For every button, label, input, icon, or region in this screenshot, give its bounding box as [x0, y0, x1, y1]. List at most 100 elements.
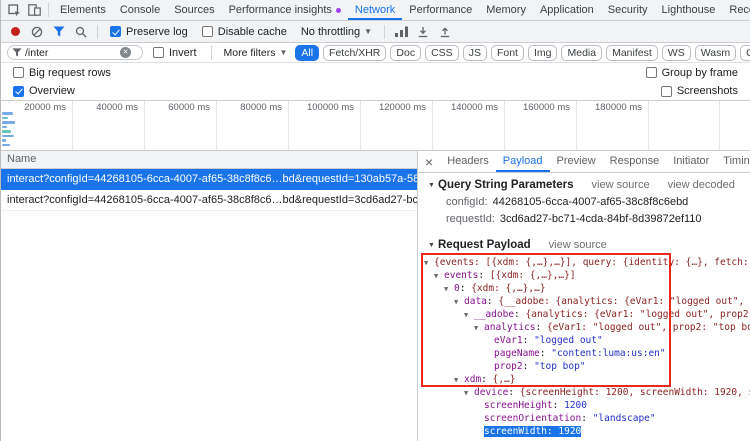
request-row[interactable]: interact?configId=44268105-6cca-4007-af6… — [1, 169, 417, 190]
disclosure-triangle-icon[interactable]: ▼ — [454, 296, 464, 308]
main-panel-tab[interactable]: Application — [533, 0, 601, 20]
payload-tree-row[interactable]: ▼device: {screenHeight: 1200, screenWidt… — [418, 386, 750, 399]
more-filters-dropdown[interactable]: More filters ▼ — [224, 47, 288, 59]
request-type-filter-chip[interactable]: Font — [491, 45, 524, 61]
main-panel-tab[interactable]: Memory — [479, 0, 533, 20]
main-panel-tab-label: Console — [120, 4, 160, 16]
network-conditions-icon[interactable] — [391, 21, 411, 42]
payload-tree-row[interactable]: ▼xdm: {,…} — [418, 373, 750, 386]
payload-tree-row[interactable]: ▼eVar1: "logged out" — [418, 334, 750, 347]
query-string-section-header[interactable]: ▼ Query String Parameters view source vi… — [418, 176, 750, 194]
import-har-icon[interactable] — [413, 21, 433, 42]
details-tab[interactable]: Preview — [550, 151, 603, 172]
payload-tree-row[interactable]: ▼analytics: {eVar1: "logged out", prop2:… — [418, 321, 750, 334]
request-type-filter-chip[interactable]: WS — [662, 45, 691, 61]
main-panel-tab[interactable]: Performance — [402, 0, 479, 20]
payload-key: __adobe — [474, 309, 514, 320]
timeline-gridline-cell: 60000 ms — [145, 101, 217, 150]
request-type-filter-chip[interactable]: Other — [740, 45, 750, 61]
view-source-link[interactable]: view source — [592, 179, 650, 191]
screenshots-checkbox[interactable]: Screenshots — [661, 85, 738, 97]
payload-tree-row[interactable]: ▼: {events: [{xdm: {,…},…}], query: {ide… — [418, 256, 750, 269]
disclosure-triangle-icon[interactable]: ▼ — [424, 257, 434, 269]
payload-value: "top bop" — [534, 361, 585, 372]
view-decoded-link[interactable]: view decoded — [668, 179, 735, 191]
main-panel-tab[interactable]: Console — [113, 0, 167, 20]
view-source-link[interactable]: view source — [549, 239, 607, 251]
disclosure-triangle-icon[interactable]: ▼ — [464, 387, 474, 399]
payload-key: data — [464, 296, 487, 307]
payload-tree-row[interactable]: ▼screenOrientation: "landscape" — [418, 412, 750, 425]
details-tab[interactable]: Initiator — [666, 151, 716, 172]
request-row[interactable]: interact?configId=44268105-6cca-4007-af6… — [1, 190, 417, 211]
preserve-log-checkbox[interactable]: Preserve log — [110, 26, 188, 38]
request-type-filter-chip[interactable]: Doc — [390, 45, 421, 61]
screenshots-label: Screenshots — [677, 85, 738, 97]
payload-tree-row[interactable]: ▼pageName: "content:luma:us:en" — [418, 347, 750, 360]
disclosure-triangle-icon[interactable]: ▼ — [444, 283, 454, 295]
request-type-filter-chip[interactable]: Fetch/XHR — [323, 45, 386, 61]
clear-network-log-icon[interactable] — [27, 21, 47, 42]
close-icon[interactable]: × — [418, 154, 440, 170]
main-panel-tab[interactable]: Elements — [53, 0, 113, 20]
more-filters-label: More filters — [224, 47, 276, 59]
disclosure-triangle-icon[interactable]: ▼ — [428, 242, 438, 249]
timeline-gridline-cell: 140000 ms — [433, 101, 505, 150]
filter-input-box[interactable]: ✕ — [7, 45, 143, 60]
payload-tree-rows: ▼: {events: [{xdm: {,…},…}], query: {ide… — [418, 256, 750, 438]
clear-filter-icon[interactable]: ✕ — [120, 47, 131, 58]
request-type-filter-chip[interactable]: JS — [463, 45, 487, 61]
big-request-rows-checkbox[interactable]: Big request rows — [13, 67, 111, 79]
request-payload-section-header[interactable]: ▼ Request Payload view source — [418, 236, 750, 254]
network-overview-timeline[interactable]: 20000 ms 40000 ms 60000 ms 80000 ms 1000… — [1, 100, 750, 151]
request-type-filter-chip[interactable]: Manifest — [606, 45, 658, 61]
main-panel-tab[interactable]: Security — [601, 0, 655, 20]
search-icon[interactable] — [71, 21, 91, 42]
disclosure-triangle-icon[interactable]: ▼ — [454, 374, 464, 386]
payload-value: "content:luma:us:en" — [551, 348, 665, 359]
request-type-filter-chip[interactable]: CSS — [425, 45, 459, 61]
request-type-filter-chip[interactable]: Media — [561, 45, 602, 61]
invert-checkbox[interactable]: Invert — [153, 47, 197, 59]
main-panel-tab[interactable]: Performance insights — [222, 0, 348, 20]
name-column-header[interactable]: Name — [1, 151, 417, 169]
disclosure-triangle-icon[interactable]: ▼ — [434, 270, 444, 282]
disclosure-triangle-icon[interactable]: ▼ — [464, 309, 474, 321]
request-type-filter-chip[interactable]: All — [295, 45, 319, 61]
main-panel-tab[interactable]: Lighthouse — [655, 0, 723, 20]
payload-key: eVar1 — [494, 335, 523, 346]
request-type-filter-chip[interactable]: Wasm — [695, 45, 736, 61]
group-by-frame-checkbox[interactable]: Group by frame — [646, 67, 738, 79]
disclosure-triangle-icon[interactable]: ▼ — [474, 322, 484, 334]
details-tab[interactable]: Response — [603, 151, 667, 172]
details-tab[interactable]: Payload — [496, 151, 550, 172]
record-network-log-icon[interactable] — [5, 21, 25, 42]
payload-tree-row[interactable]: ▼__adobe: {analytics: {eVar1: "logged ou… — [418, 308, 750, 321]
payload-tree-row[interactable]: ▼screenHeight: 1200 — [418, 399, 750, 412]
main-panel-tab[interactable]: Recorder — [722, 0, 750, 20]
payload-tree-row[interactable]: ▼prop2: "top bop" — [418, 360, 750, 373]
disclosure-triangle-icon[interactable]: ▼ — [428, 182, 438, 189]
payload-tree-row[interactable]: ▼screenWidth: 1920 — [418, 425, 750, 438]
main-panel-tab[interactable]: Network — [348, 0, 402, 20]
inspect-element-icon[interactable] — [4, 0, 24, 20]
main-panel-tab[interactable]: Sources — [167, 0, 221, 20]
payload-tree-row[interactable]: ▼0: {xdm: {,…},…} — [418, 282, 750, 295]
payload-tree-row[interactable]: ▼events: [{xdm: {,…},…}] — [418, 269, 750, 282]
payload-key-separator: : — [540, 348, 551, 359]
request-type-chips: AllFetch/XHRDocCSSJSFontImgMediaManifest… — [295, 45, 750, 61]
payload-tree-row[interactable]: ▼data: {__adobe: {analytics: {eVar1: "lo… — [418, 295, 750, 308]
request-type-filter-chip[interactable]: Img — [528, 45, 558, 61]
disable-cache-checkbox[interactable]: Disable cache — [202, 26, 287, 38]
new-feature-badge-dot — [336, 8, 341, 13]
device-toolbar-icon[interactable] — [24, 0, 44, 20]
export-har-icon[interactable] — [435, 21, 455, 42]
details-tab[interactable]: Timing — [716, 151, 750, 172]
disable-cache-label: Disable cache — [218, 26, 287, 38]
filter-input[interactable] — [25, 47, 117, 59]
overview-checkbox[interactable]: Overview — [13, 85, 75, 97]
filter-icon[interactable] — [49, 21, 69, 42]
details-tab[interactable]: Headers — [440, 151, 496, 172]
overview-waterfall-bars — [2, 112, 15, 146]
throttling-select[interactable]: No throttling ▼ — [301, 26, 372, 38]
